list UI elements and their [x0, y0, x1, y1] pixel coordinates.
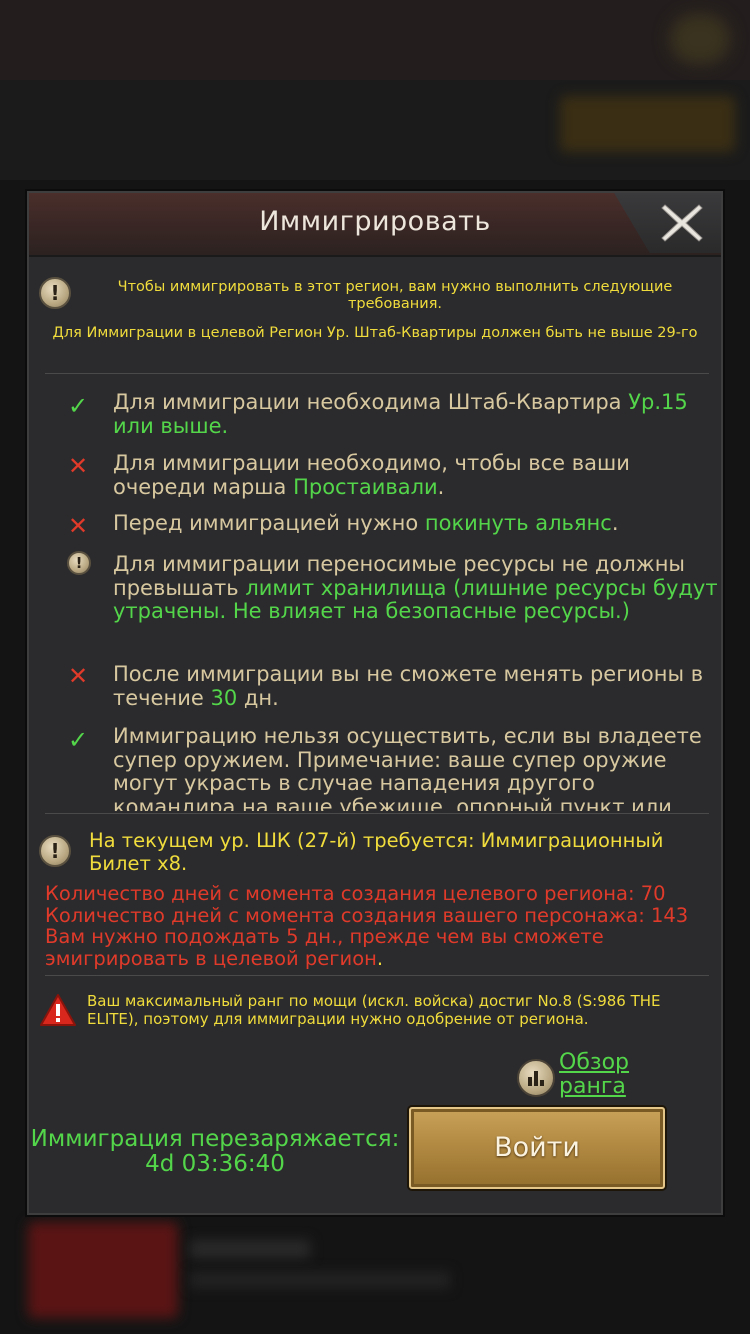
background-red-tile [28, 1222, 178, 1318]
dialog-header: Иммигрировать [29, 193, 721, 257]
cross-icon: ✕ [67, 512, 89, 540]
background-text-line [190, 1272, 450, 1288]
rank-overview-label[interactable]: Обзор ранга [559, 1051, 659, 1099]
enter-button[interactable]: Войти [409, 1107, 665, 1189]
ticket-text: На текущем ур. ШК (27-й) требуется: Имми… [89, 829, 664, 875]
warning-icon [40, 994, 76, 1026]
divider [45, 813, 709, 814]
background-avatar [670, 14, 730, 64]
background-top-bar [0, 0, 750, 80]
close-icon [661, 204, 703, 242]
bar-chart-icon [528, 1071, 544, 1086]
warning-text: Ваш максимальный ранг по мощи (искл. вой… [87, 992, 661, 1028]
hq-limit-text: Для Иммиграции в целевой Регион Ур. Штаб… [52, 325, 698, 341]
days-text: Количество дней с момента создания целев… [45, 882, 689, 970]
divider [45, 373, 709, 374]
exclamation-icon: ! [67, 551, 91, 575]
exclamation-icon: ! [39, 277, 71, 309]
background-text-line [190, 1240, 310, 1258]
divider [45, 975, 709, 976]
list-item: Для иммиграции переносимые ресурсы не до… [113, 552, 718, 623]
list-item: Для иммиграции необходимо, чтобы все ваш… [113, 451, 630, 499]
list-item: Для иммиграции необходима Штаб-Квартира … [113, 390, 688, 438]
check-icon: ✓ [67, 392, 89, 420]
immigrate-dialog: Иммигрировать ! Чтобы иммигрировать в эт… [27, 191, 723, 1215]
check-icon: ✓ [67, 726, 89, 754]
ranking-icon [517, 1059, 555, 1097]
exclamation-icon: ! [39, 835, 71, 867]
background-gold-button [560, 96, 735, 152]
intro-text: Чтобы иммигрировать в этот регион, вам н… [117, 279, 673, 312]
rank-overview-link[interactable]: Обзор ранга [517, 1051, 657, 1115]
cross-icon: ✕ [67, 662, 89, 690]
list-item: Перед иммиграцией нужно покинуть альянс. [113, 511, 619, 535]
cooldown-timer: Иммиграция перезаряжается: 4d 03:36:40 [30, 1126, 400, 1177]
cross-icon: ✕ [67, 452, 89, 480]
list-item: После иммиграции вы не сможете менять ре… [113, 662, 704, 710]
list-item: Иммиграцию нельзя осуществить, если вы в… [113, 724, 702, 811]
requirements-list: ✓ Для иммиграции необходима Штаб-Квартир… [29, 381, 721, 811]
close-button[interactable] [659, 201, 705, 245]
dialog-title: Иммигрировать [259, 206, 491, 237]
